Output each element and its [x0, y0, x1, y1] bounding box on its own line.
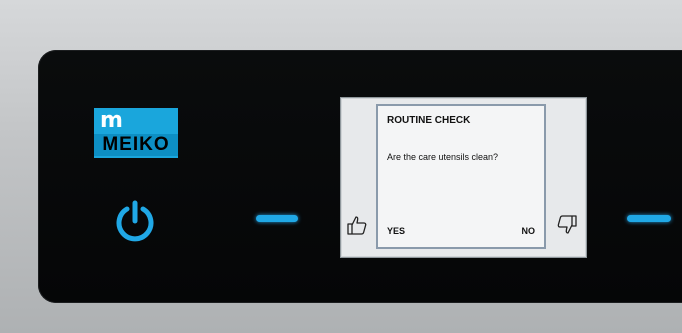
no-button[interactable]: NO	[522, 226, 536, 236]
thumbs-down-icon	[557, 215, 577, 234]
yes-button[interactable]: YES	[387, 226, 405, 236]
machine-frame: m MEIKO ROUTINE CHECK Are the care utens…	[0, 0, 682, 333]
logo-wordmark: MEIKO	[94, 134, 178, 156]
meiko-logo: m MEIKO	[94, 108, 178, 158]
thumbs-up-button[interactable]	[345, 213, 369, 237]
thumbs-down-button[interactable]	[555, 213, 579, 237]
logo-m-mark: m	[100, 108, 123, 133]
power-icon	[116, 200, 154, 242]
no-indicator-light	[627, 215, 671, 222]
dialog-title: ROUTINE CHECK	[387, 115, 471, 126]
dialog-question: Are the care utensils clean?	[387, 152, 499, 162]
display-screen: ROUTINE CHECK Are the care utensils clea…	[340, 97, 587, 258]
power-button[interactable]	[112, 198, 158, 244]
yes-indicator-light	[256, 215, 298, 222]
routine-check-dialog: ROUTINE CHECK Are the care utensils clea…	[376, 104, 546, 249]
thumbs-up-icon	[347, 216, 367, 235]
